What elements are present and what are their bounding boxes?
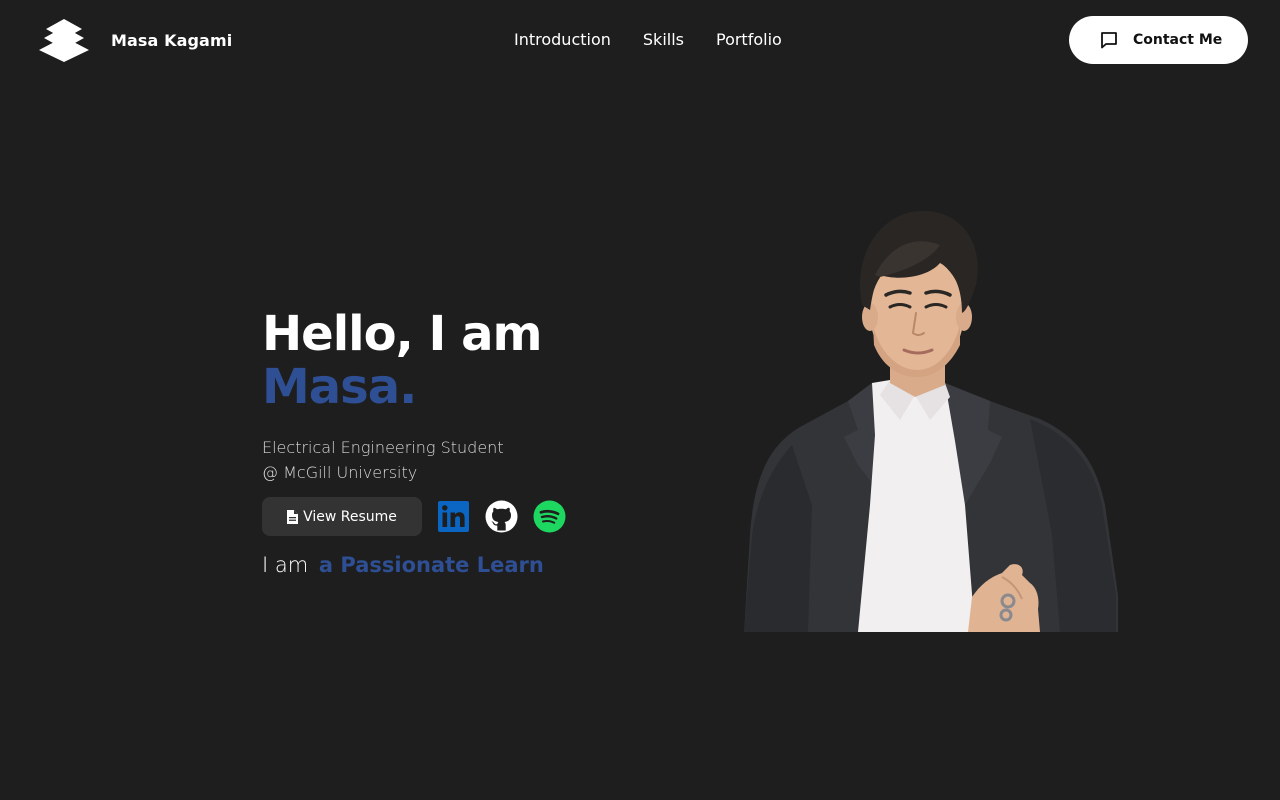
subtitle-role: Electrical Engineering Student [262,438,504,457]
linkedin-link[interactable] [437,500,470,533]
nav-introduction[interactable]: Introduction [514,29,611,51]
linkedin-icon [438,501,469,532]
portrait-illustration [744,210,1118,632]
hero-title-name: Masa. [262,359,417,415]
typed-role: a Passionate Learn [318,553,544,577]
brand-link[interactable]: Masa Kagami [38,17,232,63]
subtitle-school: @ McGill University [262,463,418,482]
hero-title: Hello, I am Masa. [262,306,543,415]
chat-bubble-icon [1101,32,1117,49]
view-resume-label: View Resume [303,508,397,525]
profile-photo [740,205,1122,632]
typed-tagline: I am a Passionate Learn [262,551,544,579]
nav-skills[interactable]: Skills [643,29,684,51]
nav-portfolio[interactable]: Portfolio [716,29,782,51]
spotify-link[interactable] [533,500,566,533]
github-icon [485,500,518,533]
typed-prefix: I am [262,553,309,577]
logo-icon [39,19,89,62]
file-icon [287,509,299,524]
hero-title-greeting: Hello, I am [262,306,543,362]
contact-me-label: Contact Me [1133,32,1223,48]
brand-name: Masa Kagami [111,30,233,50]
main-nav: Introduction Skills Portfolio [514,29,782,51]
hero-subtitle: Electrical Engineering Student @ McGill … [262,435,504,485]
contact-me-button[interactable]: Contact Me [1069,16,1248,64]
spotify-icon [533,500,566,533]
site-header: Masa Kagami Introduction Skills Portfoli… [0,0,1280,80]
view-resume-button[interactable]: View Resume [262,497,422,536]
github-link[interactable] [485,500,518,533]
